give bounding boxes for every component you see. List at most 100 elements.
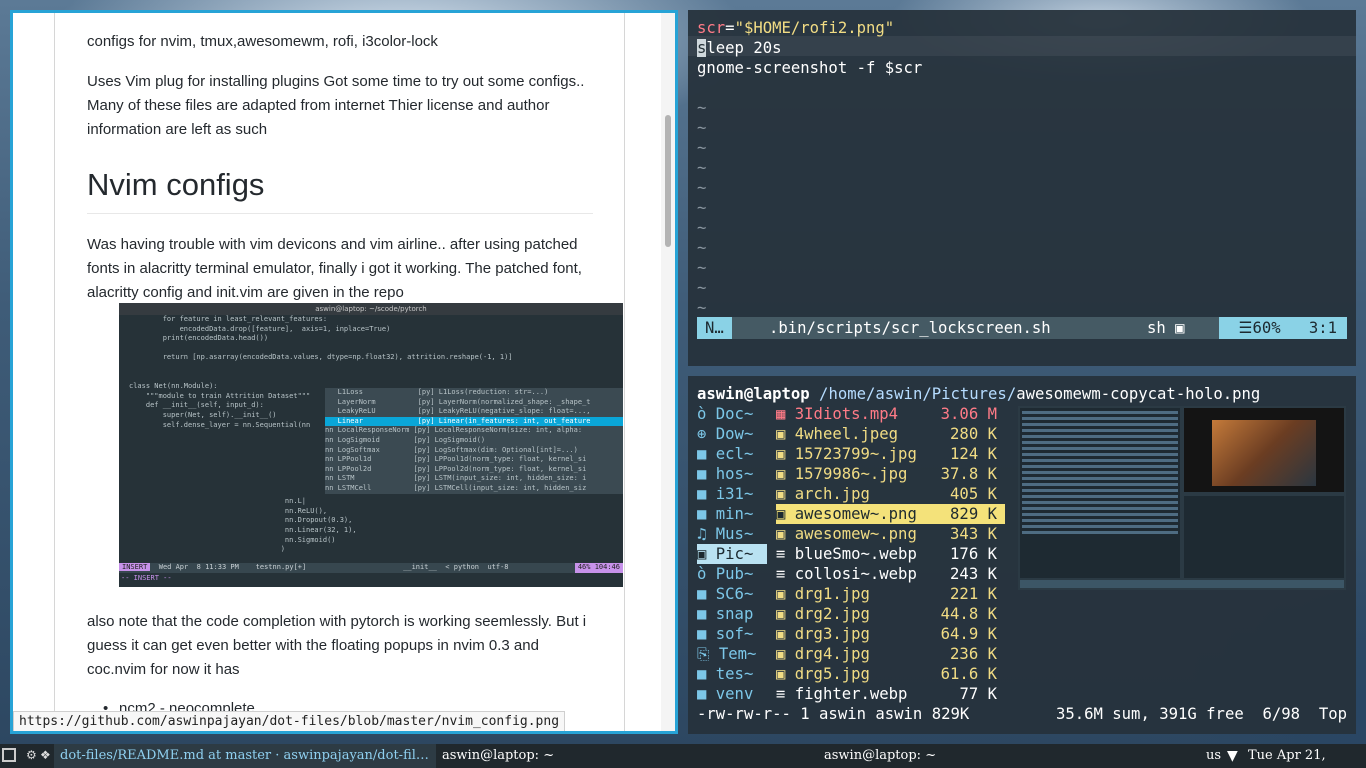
- file-icon: ≡: [776, 685, 795, 703]
- ranger-file-size: 221 K: [950, 585, 997, 603]
- ranger-file-name: drg1.jpg: [794, 585, 870, 603]
- ranger-current-file: awesomewm-copycat-holo.png: [1016, 385, 1261, 403]
- ranger-dir-item[interactable]: ▣ Pic~: [697, 544, 767, 564]
- vim-tilde: ~: [697, 99, 707, 117]
- ranger-file-name: 1579986~.jpg: [794, 465, 908, 483]
- ranger-file-item[interactable]: ▣ drg4.jpg 236 K: [776, 644, 1005, 664]
- ranger-file-column[interactable]: ▦ 3Idiots.mp4 3.06 M ▣ 4wheel.jpeg 280 K ▣ 1…: [776, 404, 1005, 704]
- ranger-dir-item[interactable]: ■ snap: [697, 604, 767, 624]
- ranger-file-item[interactable]: ▣ drg2.jpg 44.8 K: [776, 604, 1005, 624]
- file-icon: ▣: [776, 585, 795, 603]
- vim-tilde: ~: [697, 299, 707, 317]
- completion-item: nn LSTMCell [py] LSTMCell(input_size: in…: [325, 483, 587, 492]
- folder-icon: ⎘: [697, 645, 719, 663]
- ranger-file-item[interactable]: ▣ drg1.jpg 221 K: [776, 584, 1005, 604]
- file-icon: ▣: [776, 665, 795, 683]
- ranger-file-item[interactable]: ▣ 1579986~.jpg 37.8 K: [776, 464, 1005, 484]
- ranger-file-item[interactable]: ▣ 4wheel.jpeg 280 K: [776, 424, 1005, 444]
- folder-icon: ♫: [697, 525, 716, 543]
- completion-item: nn LPPool1d [py] LPPool1d(norm_type: flo…: [325, 455, 587, 464]
- ranger-file-item[interactable]: ▣ awesomew~.png 343 K: [776, 524, 1005, 544]
- taskbar-item-terminal[interactable]: aswin@laptop: ~: [442, 744, 554, 768]
- gear-icon[interactable]: ⚙: [26, 748, 40, 762]
- ranger-file-item[interactable]: ▣ drg3.jpg 64.9 K: [776, 624, 1005, 644]
- ranger-dir-item[interactable]: ■ SC6~: [697, 584, 767, 604]
- preview-htop-pane: [1020, 408, 1180, 578]
- ranger-parent-column[interactable]: ò Doc~ ⊕ Dow~ ■ ecl~ ■ hos~ ■ i31~ ■ min~ ♫ Mu…: [697, 404, 767, 704]
- clock[interactable]: Tue Apr 21, 15:56: [1248, 744, 1366, 768]
- ranger-file-size: 243 K: [950, 565, 997, 583]
- ranger-file-name: drg4.jpg: [794, 645, 870, 663]
- completion-item: nn LPPool2d [py] LPPool2d(norm_type: flo…: [325, 464, 587, 473]
- folder-icon: ■: [697, 665, 716, 683]
- ranger-file-item-selected[interactable]: ▣ awesomew~.png 829 K: [776, 504, 1005, 524]
- ranger-file-name: drg3.jpg: [794, 625, 870, 643]
- nvim-config-screenshot[interactable]: aswin@laptop: ~/scode/pytorch for featur…: [119, 303, 623, 587]
- ranger-file-name: awesomew~.png: [794, 525, 917, 543]
- ranger-file-item[interactable]: ≡ fighter.webp 77 K: [776, 684, 1005, 704]
- firefox-window[interactable]: configs for nvim, tmux,awesomewm, rofi, …: [10, 10, 678, 734]
- scrollbar-thumb[interactable]: [665, 115, 671, 247]
- ranger-dir-item[interactable]: ò Doc~: [697, 404, 767, 424]
- focused-window-title: aswin@laptop: ~: [824, 748, 937, 763]
- ranger-file-item[interactable]: ▣ drg5.jpg 61.6 K: [776, 664, 1005, 684]
- ranger-dir-item[interactable]: ■ i31~: [697, 484, 767, 504]
- ranger-file-size: 236 K: [950, 645, 997, 663]
- wifi-icon[interactable]: ▼: [1227, 744, 1238, 768]
- completion-item: nn LocalResponseNorm [py] LocalResponseN…: [325, 426, 583, 435]
- vim-tilde: ~: [697, 239, 707, 257]
- ranger-file-name: blueSmo~.webp: [794, 545, 917, 563]
- ranger-file-item[interactable]: ▣ arch.jpg 405 K: [776, 484, 1005, 504]
- ranger-file-item[interactable]: ≡ collosi~.webp 243 K: [776, 564, 1005, 584]
- code-line: nn.Dropout(0.3),: [129, 516, 353, 525]
- code-line: nn.Linear(32, 1),: [129, 526, 357, 535]
- ranger-file-item[interactable]: ≡ blueSmo~.webp 176 K: [776, 544, 1005, 564]
- code-line: nn.L|: [129, 497, 307, 506]
- ranger-dir-item[interactable]: ò Pub~: [697, 564, 767, 584]
- ranger-dir-item[interactable]: ■ sof~: [697, 624, 767, 644]
- folder-icon: ■: [697, 685, 716, 703]
- ranger-dir-item[interactable]: ♫ Mus~: [697, 524, 767, 544]
- ranger-dir-item[interactable]: ■ venv: [697, 684, 767, 704]
- ranger-file-item[interactable]: ▣ 15723799~.jpg 124 K: [776, 444, 1005, 464]
- vim-line-2: sleep 20s: [697, 38, 782, 58]
- ranger-dir-name: sof~: [715, 625, 754, 643]
- vim-filetype: sh ▣: [1147, 317, 1185, 339]
- code-line: nn.Sigmoid(): [129, 535, 336, 544]
- launcher-icon[interactable]: ❖: [40, 748, 54, 762]
- page-scrollbar[interactable]: [661, 13, 675, 731]
- taskbar-item-firefox[interactable]: dot-files/README.md at master · aswinpaj…: [54, 744, 436, 768]
- vim-equals: =: [725, 19, 735, 37]
- vim-var-name: scr: [697, 19, 726, 37]
- vim-line-3: gnome-screenshot -f $scr: [697, 59, 923, 77]
- vim-line-2-text: leep 20s: [706, 39, 782, 57]
- ranger-dir-item[interactable]: ■ hos~: [697, 464, 767, 484]
- ranger-dir-item[interactable]: ⊕ Dow~: [697, 424, 767, 444]
- ranger-dir-name: SC6~: [715, 585, 754, 603]
- ranger-summary: 35.6M sum, 391G free 6/98 Top: [1055, 705, 1347, 723]
- code-line: print(encodedData.head()): [129, 334, 269, 343]
- code-line: encodedData.drop([feature], axis=1, inpl…: [129, 324, 391, 333]
- ranger-dir-item[interactable]: ⎘ Tem~: [697, 644, 767, 664]
- layout-icon[interactable]: [2, 748, 16, 762]
- ranger-terminal[interactable]: aswin@laptop /home/aswin/Pictures/awesom…: [688, 376, 1356, 734]
- ranger-image-preview: [1018, 406, 1346, 590]
- folder-icon: ò: [697, 405, 716, 423]
- ranger-dir-item[interactable]: ■ ecl~: [697, 444, 767, 464]
- readme-page: configs for nvim, tmux,awesomewm, rofi, …: [54, 13, 625, 731]
- ranger-file-name: awesomew~.png: [794, 505, 917, 523]
- code-line: return [np.asarray(encodedData.values, d…: [129, 353, 513, 362]
- ranger-dir-item[interactable]: ■ min~: [697, 504, 767, 524]
- ranger-file-size: 343 K: [950, 525, 997, 543]
- file-icon: ▣: [776, 605, 795, 623]
- vim-terminal[interactable]: scr="$HOME/rofi2.png" sleep 20s gnome-sc…: [688, 10, 1356, 366]
- ranger-dir-item[interactable]: ■ tes~: [697, 664, 767, 684]
- keyboard-layout[interactable]: us: [1206, 744, 1221, 768]
- ranger-file-item[interactable]: ▦ 3Idiots.mp4 3.06 M: [776, 404, 1005, 424]
- ranger-dir-name: Mus~: [715, 525, 754, 543]
- folder-icon: ⊕: [697, 425, 716, 443]
- folder-icon: ■: [697, 605, 716, 623]
